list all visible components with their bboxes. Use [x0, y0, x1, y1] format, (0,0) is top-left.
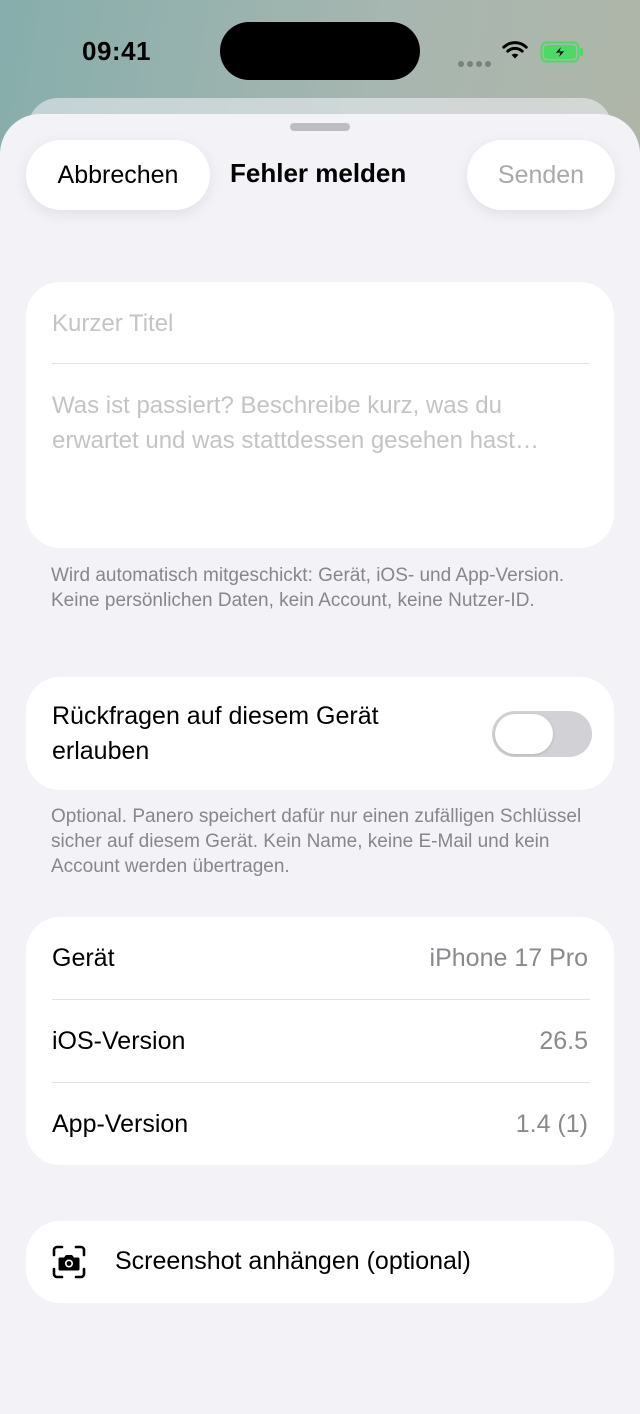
- sheet-grabber[interactable]: [290, 123, 350, 131]
- attach-screenshot-button[interactable]: Screenshot anhängen (optional): [26, 1221, 614, 1303]
- info-label: iOS-Version: [52, 1026, 186, 1055]
- info-value: 1.4 (1): [515, 1109, 588, 1138]
- battery-charging-icon: [540, 41, 583, 63]
- toggle-knob: [495, 714, 553, 754]
- wifi-icon: [502, 41, 528, 59]
- page-title: Fehler melden: [230, 158, 407, 188]
- form-footnote: Wird automatisch mitgeschickt: Gerät, iO…: [51, 565, 565, 611]
- info-row-ios-version: iOS-Version 26.5: [52, 1000, 588, 1082]
- cancel-button[interactable]: Abbrechen: [26, 140, 210, 210]
- followup-footnote: Optional. Panero speichert dafür nur ein…: [51, 806, 582, 877]
- signal-dots-icon: [458, 54, 494, 72]
- followup-toggle-label: Rückfragen auf diesem Gerät erlauben: [52, 702, 379, 765]
- info-row-device: Gerät iPhone 17 Pro: [52, 917, 588, 999]
- description-input[interactable]: Was ist passiert? Beschreibe kurz, was d…: [52, 388, 588, 458]
- camera-viewfinder-icon: [52, 1245, 86, 1279]
- device-info-card: Gerät iPhone 17 Pro iOS-Version 26.5 App…: [26, 917, 614, 1165]
- info-label: Gerät: [52, 943, 115, 972]
- info-label: App-Version: [52, 1109, 189, 1138]
- send-button[interactable]: Senden: [467, 140, 615, 210]
- info-row-app-version: App-Version 1.4 (1): [52, 1083, 588, 1165]
- info-value: 26.5: [539, 1026, 588, 1055]
- divider: [52, 363, 590, 364]
- info-value: iPhone 17 Pro: [429, 943, 588, 972]
- followup-toggle[interactable]: [492, 711, 592, 757]
- attach-screenshot-label: Screenshot anhängen (optional): [115, 1247, 471, 1275]
- status-time: 09:41: [82, 36, 151, 66]
- followup-card: Rückfragen auf diesem Gerät erlauben: [26, 677, 614, 790]
- dynamic-island: [220, 22, 420, 80]
- report-form-card: Kurzer Titel Was ist passiert? Beschreib…: [26, 282, 614, 548]
- title-input[interactable]: Kurzer Titel: [52, 310, 588, 338]
